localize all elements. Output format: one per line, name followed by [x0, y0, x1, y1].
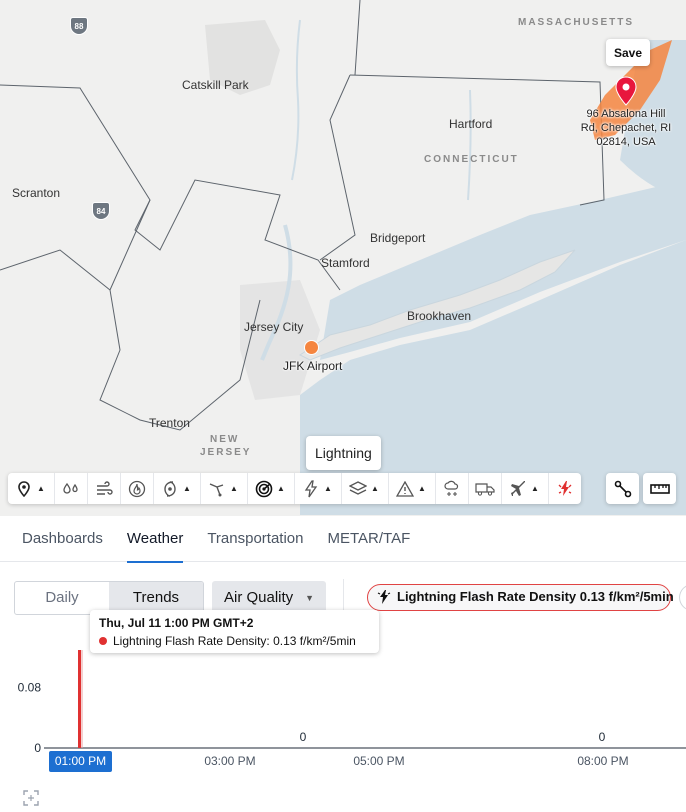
- x-tick-label: 03:00 PM: [204, 754, 255, 768]
- layer-tooltip: Lightning: [306, 436, 381, 470]
- snow-cloud-icon[interactable]: [442, 479, 462, 499]
- wind-icon[interactable]: [94, 479, 114, 499]
- next-chip[interactable]: [679, 584, 686, 611]
- x-axis-ticks: 03:00 PM 05:00 PM 08:00 PM: [204, 754, 628, 768]
- pin-address-label: 96 Absalona Hill Rd, Chepachet, RI 02814…: [580, 108, 672, 148]
- tab-weather[interactable]: Weather: [126, 516, 184, 563]
- map-label-scranton: Scranton: [12, 186, 61, 200]
- map-layer-toolbar: ▲ ▲ ▲ ▲ ▲ ▲ ▲ ▲: [8, 473, 581, 504]
- map-label-brookhaven: Brookhaven: [407, 309, 472, 323]
- storm-track-icon[interactable]: [207, 479, 227, 499]
- data-labels: 00: [300, 730, 606, 744]
- route-icon: [614, 480, 631, 497]
- map-label-bridgeport: Bridgeport: [370, 231, 426, 245]
- radar-caret-icon[interactable]: ▲: [274, 479, 288, 499]
- active-time-label: 01:00 PM: [49, 751, 112, 772]
- metric-select-value: Air Quality: [224, 589, 294, 606]
- interstate-88-shield-icon: 88: [70, 17, 88, 35]
- interstate-84-shield-icon: 84: [92, 202, 110, 220]
- precipitation-icon[interactable]: [61, 479, 81, 499]
- data-label: 0: [300, 730, 307, 744]
- series-color-dot: [99, 637, 107, 645]
- hurricane-caret-icon[interactable]: ▲: [180, 479, 194, 499]
- tab-transportation[interactable]: Transportation: [207, 516, 303, 562]
- chip-label: Lightning Flash Rate Density 0.13 f/km²/…: [397, 589, 674, 604]
- lightning-icon: [377, 590, 391, 604]
- map-label-jersey-city: Jersey City: [244, 320, 304, 334]
- fire-icon[interactable]: [127, 479, 147, 499]
- expand-icon[interactable]: [23, 790, 39, 806]
- tab-metar-taf[interactable]: METAR/TAF: [327, 516, 410, 562]
- chart-bars: [78, 650, 83, 748]
- truck-icon[interactable]: [475, 479, 495, 499]
- alert-icon[interactable]: [395, 479, 415, 499]
- route-tool-button[interactable]: [606, 473, 639, 504]
- map-label-stamford: Stamford: [321, 256, 370, 270]
- measure-tool-button[interactable]: [643, 473, 676, 504]
- location-caret-icon[interactable]: ▲: [34, 479, 48, 499]
- alert-caret-icon[interactable]: ▲: [415, 479, 429, 499]
- storm-track-caret-icon[interactable]: ▲: [227, 479, 241, 499]
- map-label-massachusetts: MASSACHUSETTS: [518, 17, 635, 28]
- chart-tooltip: Thu, Jul 11 1:00 PM GMT+2 Lightning Flas…: [90, 610, 379, 653]
- airplane-caret-icon[interactable]: ▲: [528, 479, 542, 499]
- map-label-hartford: Hartford: [449, 117, 493, 131]
- lightning-metric-chip[interactable]: Lightning Flash Rate Density 0.13 f/km²/…: [367, 584, 674, 611]
- location-pin-icon[interactable]: [615, 76, 637, 106]
- save-location-button[interactable]: Save: [606, 39, 650, 66]
- lightning-active-icon[interactable]: [555, 479, 575, 499]
- data-label: 0: [599, 730, 606, 744]
- lightning-caret-icon[interactable]: ▲: [321, 479, 335, 499]
- location-icon[interactable]: [14, 479, 34, 499]
- airport-marker[interactable]: [304, 340, 319, 355]
- layers-caret-icon[interactable]: ▲: [368, 479, 382, 499]
- chart-tooltip-title: Thu, Jul 11 1:00 PM GMT+2: [99, 616, 254, 630]
- tab-dashboards[interactable]: Dashboards: [22, 516, 103, 562]
- airplane-icon[interactable]: [508, 479, 528, 499]
- lightning-icon[interactable]: [301, 479, 321, 499]
- weather-map[interactable]: MASSACHUSETTS Catskill Park Hartford CON…: [0, 0, 686, 516]
- map-label-catskill: Catskill Park: [182, 78, 249, 92]
- y-tick-label: 0.08: [18, 681, 42, 695]
- ruler-icon: [649, 483, 670, 494]
- map-label-connecticut: CONNECTICUT: [424, 154, 519, 165]
- bar[interactable]: [78, 650, 81, 748]
- y-axis: 00.08: [18, 681, 42, 755]
- airport-label: JFK Airport: [283, 359, 343, 373]
- map-label-trenton: Trenton: [149, 416, 190, 430]
- chart-tooltip-line: Lightning Flash Rate Density: 0.13 f/km²…: [113, 634, 356, 648]
- map-label-jersey: JERSEY: [200, 447, 252, 458]
- radar-icon[interactable]: [254, 479, 274, 499]
- hurricane-icon[interactable]: [160, 479, 180, 499]
- layers-icon[interactable]: [348, 479, 368, 499]
- x-tick-label: 05:00 PM: [353, 754, 404, 768]
- x-tick-label: 08:00 PM: [577, 754, 628, 768]
- map-label-new: NEW: [210, 434, 240, 445]
- main-tabs: Dashboards Weather Transportation METAR/…: [0, 516, 686, 563]
- y-tick-label: 0: [34, 741, 41, 755]
